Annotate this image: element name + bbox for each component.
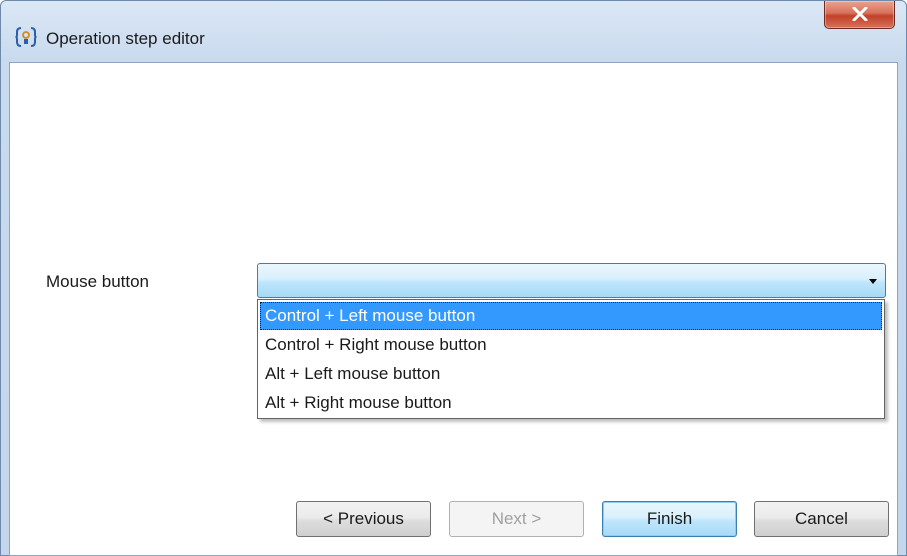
close-button[interactable]	[824, 1, 895, 29]
chevron-down-icon[interactable]	[869, 279, 877, 284]
dropdown-option-control-left[interactable]: Control + Left mouse button	[260, 302, 882, 330]
dropdown-option-alt-left[interactable]: Alt + Left mouse button	[260, 360, 882, 388]
previous-button[interactable]: < Previous	[296, 501, 431, 537]
title-bar[interactable]: Operation step editor	[1, 1, 906, 61]
dropdown-option-control-right[interactable]: Control + Right mouse button	[260, 331, 882, 359]
mouse-button-dropdown-list: Control + Left mouse button Control + Ri…	[257, 299, 885, 419]
mouse-button-label: Mouse button	[46, 272, 150, 291]
operation-step-editor-window: Operation step editor Mouse button Contr…	[0, 0, 907, 556]
cancel-button[interactable]: Cancel	[754, 501, 889, 537]
close-icon	[852, 7, 868, 21]
operation-step-icon	[15, 26, 37, 48]
dropdown-option-alt-right[interactable]: Alt + Right mouse button	[260, 389, 882, 417]
mouse-button-select[interactable]	[257, 263, 886, 298]
finish-button[interactable]: Finish	[602, 501, 737, 537]
next-button[interactable]: Next >	[449, 501, 584, 537]
window-title: Operation step editor	[46, 29, 205, 48]
